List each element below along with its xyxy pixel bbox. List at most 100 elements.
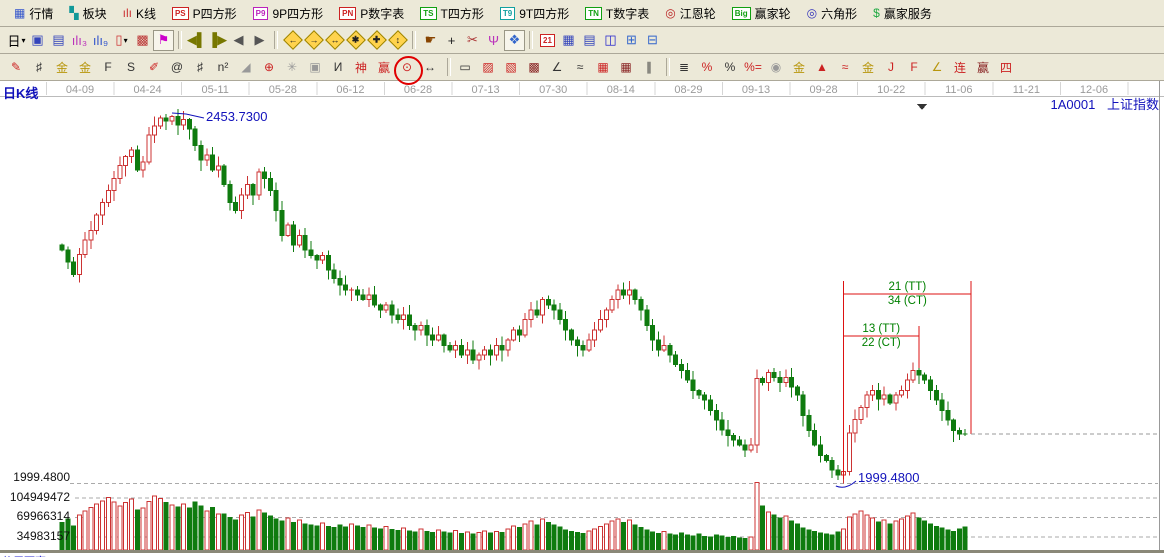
fan-box-tool[interactable]: ▧ xyxy=(501,57,521,78)
pn-badge-icon: PN xyxy=(339,7,356,20)
percent-three-tool[interactable]: %= xyxy=(743,57,763,78)
box-tool[interactable]: ▭ xyxy=(455,57,475,78)
next-button[interactable]: ▶ xyxy=(249,30,270,51)
diamond-vswing-button-icon: ↕ xyxy=(388,30,408,50)
p9-badge-icon: P9 xyxy=(253,7,269,20)
gann-grid-tool-icon: ▣ xyxy=(309,60,320,74)
menu-t-table[interactable]: TNT数字表 xyxy=(577,3,657,24)
cut-button[interactable]: ✂ xyxy=(462,30,483,51)
menu-sectors[interactable]: ▚板块 xyxy=(61,3,114,24)
prev-button-icon: ◀ xyxy=(234,32,244,48)
chart-canvas[interactable] xyxy=(0,81,1164,557)
diamond-vswing-button[interactable]: ↕ xyxy=(387,30,408,51)
menu-p-square[interactable]: PSP四方形 xyxy=(164,3,245,24)
menu-gann-wheel-label: 江恩轮 xyxy=(680,5,716,22)
spiral-tool[interactable]: @ xyxy=(167,57,187,78)
pencil-tool[interactable]: ✎ xyxy=(6,57,26,78)
bar-count-tool[interactable]: ≣ xyxy=(674,57,694,78)
status-bar: 使用可享 xyxy=(0,550,1164,557)
parallel-tool[interactable]: ∥ xyxy=(639,57,659,78)
bars9-button[interactable]: ılı₉ xyxy=(90,30,111,51)
notes-button[interactable]: ▤ xyxy=(579,30,600,51)
first-page-button[interactable]: ◀▌ xyxy=(186,30,207,51)
menu-service[interactable]: $赢家服务 xyxy=(865,3,940,24)
crosshair-button[interactable]: + xyxy=(441,30,462,51)
gold-section-tool[interactable]: 金 xyxy=(52,57,72,78)
bars3-button[interactable]: ılı₃ xyxy=(69,30,90,51)
percent-line-tool[interactable]: % xyxy=(697,57,717,78)
gann-line-tool[interactable]: S xyxy=(121,57,141,78)
mark-button[interactable]: Ψ xyxy=(483,30,504,51)
hexagon-wheel-icon: ◎ xyxy=(807,6,817,20)
n2-ruler-tool[interactable]: n² xyxy=(213,57,233,78)
calendar-button[interactable]: 21 xyxy=(537,30,558,51)
gann-fan-tool[interactable]: ▨ xyxy=(478,57,498,78)
wave-tool[interactable]: И xyxy=(328,57,348,78)
prev-button[interactable]: ◀ xyxy=(228,30,249,51)
wave-band-tool[interactable]: ≈ xyxy=(835,57,855,78)
brush-tool[interactable]: ✐ xyxy=(144,57,164,78)
quad-line-tool-icon: 四 xyxy=(1000,59,1012,76)
menu-p-table[interactable]: PNP数字表 xyxy=(331,3,412,24)
price-grid-tool-icon: ▦ xyxy=(597,60,608,74)
last-page-button[interactable]: ▐▶ xyxy=(207,30,228,51)
window-layout-button[interactable]: ▣ xyxy=(27,30,48,51)
export-button[interactable]: ⊞ xyxy=(621,30,642,51)
gold-three-tool[interactable]: 金 xyxy=(789,57,809,78)
menu-gann-wheel[interactable]: ◎江恩轮 xyxy=(657,3,724,24)
menu-winner-wheel[interactable]: Big赢家轮 xyxy=(724,3,799,24)
price-grid-tool[interactable]: ▦ xyxy=(593,57,613,78)
gann-circle-tool[interactable]: ⊕ xyxy=(259,57,279,78)
angle-line-tool-icon: ∠ xyxy=(552,60,563,74)
win-line-tool[interactable]: 赢 xyxy=(374,57,394,78)
angle-line-tool[interactable]: ∠ xyxy=(547,57,567,78)
period-mode-label[interactable]: 日K线 xyxy=(3,83,38,102)
menu-9p-square[interactable]: P99P四方形 xyxy=(245,3,331,24)
menu-hexagon[interactable]: ◎六角形 xyxy=(799,3,866,24)
j-line-tool[interactable]: J xyxy=(881,57,901,78)
percent-tool[interactable]: % xyxy=(720,57,740,78)
sunburst-tool[interactable]: ✳ xyxy=(282,57,302,78)
gold-extension-tool[interactable]: 金 xyxy=(75,57,95,78)
period-button[interactable]: 日▾ xyxy=(6,30,27,51)
menu-9t-square[interactable]: T99T四方形 xyxy=(492,3,577,24)
toolbar-separator xyxy=(178,31,182,49)
quad-line-tool[interactable]: 四 xyxy=(996,57,1016,78)
diamond-star-button[interactable]: ✱ xyxy=(345,30,366,51)
link-line-tool[interactable]: 连 xyxy=(950,57,970,78)
god-line-tool[interactable]: 神 xyxy=(351,57,371,78)
candle-style-button[interactable]: ▯▾ xyxy=(111,30,132,51)
print-button[interactable]: ⊟ xyxy=(642,30,663,51)
calculator-button[interactable]: ▦ xyxy=(558,30,579,51)
grid-ruler-tool[interactable]: ♯ xyxy=(29,57,49,78)
quote-page-button[interactable]: ▤ xyxy=(48,30,69,51)
speed-line-tool[interactable]: ∠ xyxy=(927,57,947,78)
win-angle-tool[interactable]: 赢 xyxy=(973,57,993,78)
diamond-hswing-button[interactable]: ↔ xyxy=(324,30,345,51)
palette-button[interactable]: ❖ xyxy=(504,30,525,51)
diamond-left-button[interactable]: ← xyxy=(282,30,303,51)
fan-grid-tool[interactable]: ▩ xyxy=(524,57,544,78)
bars3-button-icon: ılı₃ xyxy=(72,33,87,48)
gann-wrap-button[interactable]: ▩ xyxy=(132,30,153,51)
menu-t-square[interactable]: TST四方形 xyxy=(412,3,492,24)
gold-circle-tool[interactable]: ◉ xyxy=(766,57,786,78)
playback-button[interactable]: ⚑ xyxy=(153,30,174,51)
gann-grid-tool[interactable]: ▣ xyxy=(305,57,325,78)
angle-tool[interactable]: ◢ xyxy=(236,57,256,78)
volume-axis-label-2: 69966314 xyxy=(0,509,70,523)
dense-grid-tool[interactable]: ▦ xyxy=(616,57,636,78)
time-ruler-tool[interactable]: ♯ xyxy=(190,57,210,78)
trend-pencil-tool[interactable]: ▲ xyxy=(812,57,832,78)
fibonacci-tool[interactable]: F xyxy=(98,57,118,78)
gold-band-tool[interactable]: 金 xyxy=(858,57,878,78)
diamond-right-button[interactable]: → xyxy=(303,30,324,51)
menu-kline[interactable]: ılıK线 xyxy=(115,3,164,24)
hand-button[interactable]: ☛ xyxy=(420,30,441,51)
zigzag-tool[interactable]: ≈ xyxy=(570,57,590,78)
f-line-tool[interactable]: F xyxy=(904,57,924,78)
menu-quotes[interactable]: ▦行情 xyxy=(6,3,61,24)
span-tool[interactable]: ↔ xyxy=(420,57,440,78)
diamond-cross-button[interactable]: ✚ xyxy=(366,30,387,51)
save-button[interactable]: ◫ xyxy=(600,30,621,51)
